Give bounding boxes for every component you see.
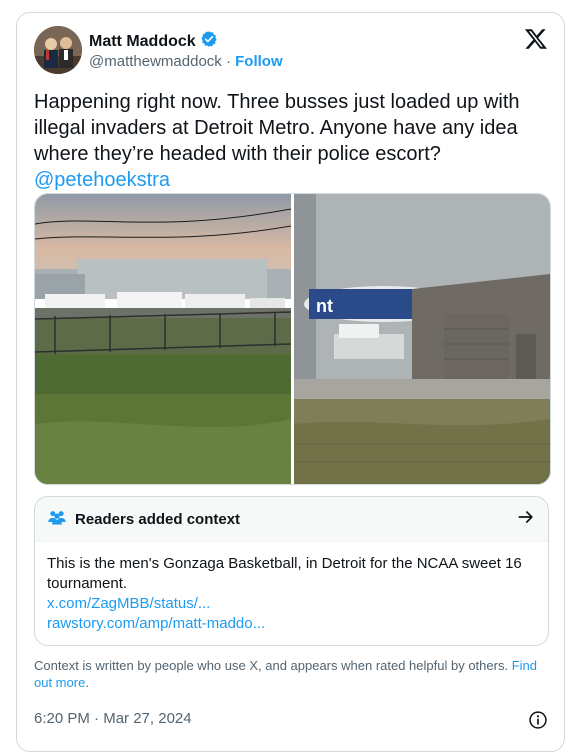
x-logo-icon[interactable] bbox=[524, 27, 548, 51]
tweet-card: Matt Maddock @matthewmaddock · Follow Ha… bbox=[16, 12, 565, 752]
community-note-text: This is the men's Gonzaga Basketball, in… bbox=[47, 555, 522, 592]
tweet-body: Happening right now. Three busses just l… bbox=[34, 91, 520, 165]
handle-row: @matthewmaddock · Follow bbox=[89, 53, 283, 70]
tweet-text: Happening right now. Three busses just l… bbox=[34, 89, 554, 193]
timestamp-separator: · bbox=[94, 710, 100, 727]
avatar[interactable] bbox=[34, 26, 82, 74]
tweet-image-1[interactable] bbox=[35, 194, 291, 484]
aircraft-livery-text: nt bbox=[316, 296, 333, 316]
community-note-body: This is the men's Gonzaga Basketball, in… bbox=[35, 542, 548, 634]
info-icon[interactable] bbox=[528, 710, 548, 730]
community-note-title: Readers added context bbox=[75, 510, 241, 528]
footnote-period: . bbox=[85, 675, 89, 690]
community-note: Readers added context This is the men's … bbox=[34, 496, 549, 646]
context-link-1[interactable]: x.com/ZagMBB/status/... bbox=[47, 594, 536, 614]
tweet-image-2[interactable]: nt bbox=[294, 194, 550, 484]
context-link-2[interactable]: rawstory.com/amp/matt-maddo... bbox=[47, 614, 536, 634]
community-note-header[interactable]: Readers added context bbox=[35, 497, 548, 542]
tweet-timestamp[interactable]: 6:20 PM · Mar 27, 2024 bbox=[34, 710, 192, 727]
author-name[interactable]: Matt Maddock bbox=[89, 33, 196, 51]
handle-separator: · bbox=[225, 53, 231, 70]
timestamp-date: Mar 27, 2024 bbox=[103, 710, 192, 727]
mention-link[interactable]: @petehoekstra bbox=[34, 169, 170, 191]
arrow-right-icon[interactable] bbox=[516, 507, 536, 532]
author-name-row[interactable]: Matt Maddock bbox=[89, 30, 218, 53]
author-handle[interactable]: @matthewmaddock bbox=[89, 53, 222, 70]
footnote-text: Context is written by people who use X, … bbox=[34, 658, 509, 673]
context-footnote: Context is written by people who use X, … bbox=[34, 657, 549, 691]
verified-badge-icon bbox=[200, 30, 218, 53]
follow-button[interactable]: Follow bbox=[235, 53, 283, 70]
timestamp-time: 6:20 PM bbox=[34, 710, 90, 727]
media-grid: nt bbox=[34, 193, 551, 485]
people-icon bbox=[47, 507, 67, 532]
